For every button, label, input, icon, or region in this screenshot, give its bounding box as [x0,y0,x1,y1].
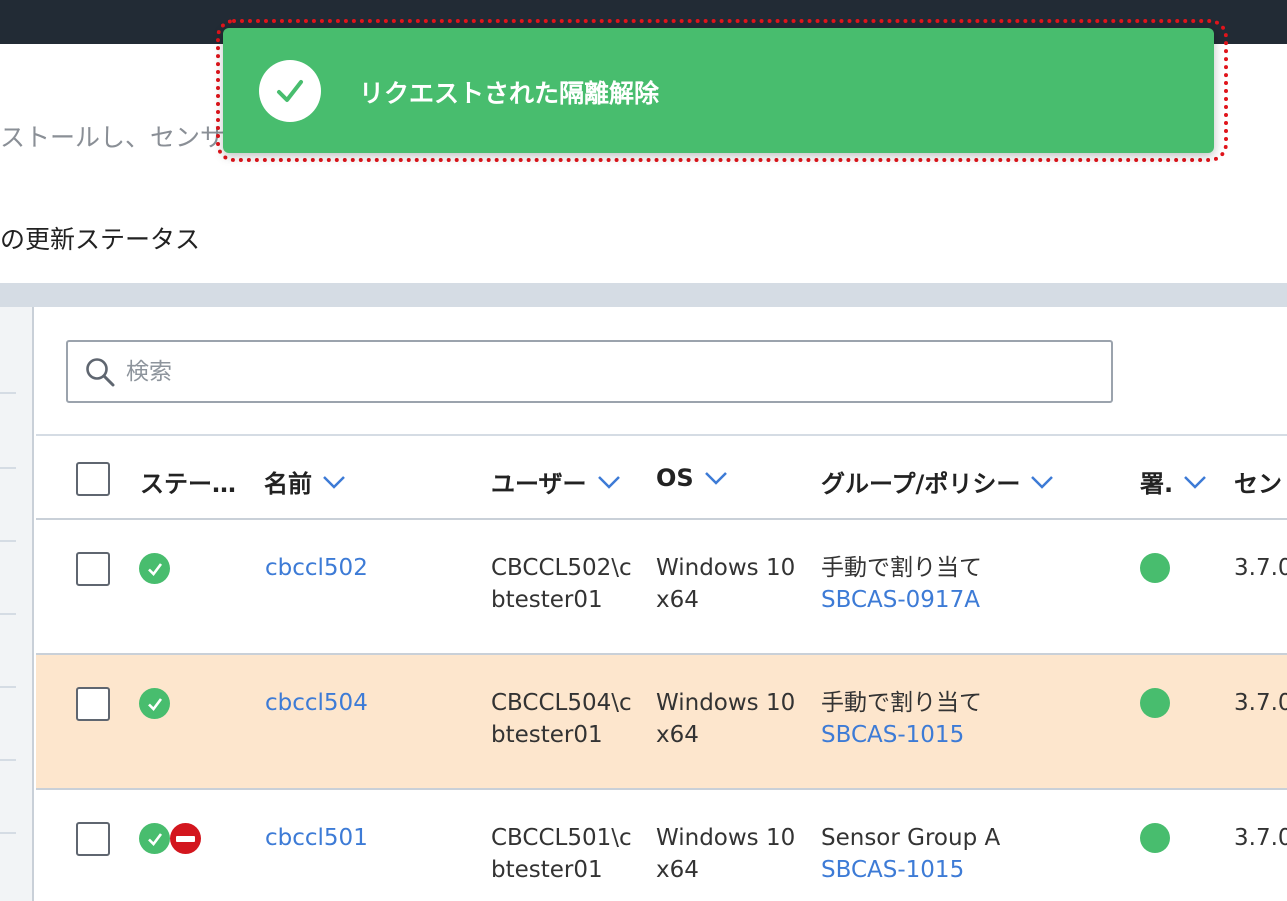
signature-status-icon [1140,688,1170,718]
column-header-user-label: ユーザー [491,470,587,498]
quarantine-icon [170,823,201,854]
app-window: ストールし、センサ の更新ステータス ステー… 名前 [0,0,1287,901]
sensor-version-cell: 3.7.0 [1234,555,1287,581]
user-cell-line2: btester01 [491,857,603,883]
column-header-status[interactable]: ステー… [140,464,236,499]
filter-divider [0,613,16,615]
left-filter-panel [0,307,34,901]
sensor-version-cell: 3.7.0 [1234,690,1287,716]
sort-caret-icon[interactable] [597,475,621,489]
column-header-name-label: 名前 [264,470,312,498]
row-checkbox[interactable] [76,552,110,586]
search-box[interactable] [66,340,1113,403]
table-header-row: ステー… 名前 ユーザー OS グループ/ポリシー 署. セン [36,436,1287,520]
column-header-sensor[interactable]: セン [1234,464,1282,499]
user-cell-line1: CBCCL502\c [491,555,632,581]
device-name-link[interactable]: cbccl504 [265,687,368,719]
os-cell-line2: x64 [656,722,699,748]
column-header-sensor-label: セン [1234,470,1282,498]
column-header-user[interactable]: ユーザー [491,464,621,499]
filter-divider [0,759,16,761]
page-intro-text: ストールし、センサ [0,123,226,152]
column-header-group-policy-label: グループ/ポリシー [821,470,1021,498]
table-row[interactable]: cbccl501 CBCCL501\c btester01 Windows 10… [36,790,1287,901]
table-row[interactable]: cbccl502 CBCCL502\c btester01 Windows 10… [36,520,1287,655]
signature-status-icon [1140,553,1170,583]
os-cell-line2: x64 [656,857,699,883]
os-cell-line1: Windows 10 [656,825,796,851]
user-cell-line2: btester01 [491,722,603,748]
device-name-link[interactable]: cbccl502 [265,552,368,584]
group-cell: 手動で割り当て [821,555,982,581]
toast-message: リクエストされた隔離解除 [359,79,660,108]
filter-divider [0,392,16,394]
os-cell-line1: Windows 10 [656,555,796,581]
sensor-version-cell: 3.7.0 [1234,825,1287,851]
policy-link[interactable]: SBCAS-0917A [821,584,980,616]
column-header-signature-label: 署. [1140,470,1174,498]
filter-divider [0,686,16,688]
filter-divider [0,467,16,469]
device-name-link[interactable]: cbccl501 [265,822,368,854]
user-cell-line2: btester01 [491,587,603,613]
status-online-icon [139,823,170,854]
user-cell-line1: CBCCL504\c [491,690,632,716]
sort-caret-icon[interactable] [322,475,346,489]
sort-caret-icon[interactable] [1030,475,1054,489]
section-divider [0,283,1287,307]
signature-status-icon [1140,823,1170,853]
group-cell: Sensor Group A [821,825,1001,851]
table-row[interactable]: cbccl504 CBCCL504\c btester01 Windows 10… [36,655,1287,790]
check-circle-icon [259,60,321,122]
status-online-icon [139,553,170,584]
filter-divider [0,832,16,834]
status-online-icon [139,688,170,719]
sort-caret-icon[interactable] [704,471,728,485]
policy-link[interactable]: SBCAS-1015 [821,854,964,886]
sort-caret-icon[interactable] [1183,475,1207,489]
toast-notification[interactable]: リクエストされた隔離解除 [223,28,1214,153]
search-input[interactable] [126,350,1086,394]
endpoints-panel: ステー… 名前 ユーザー OS グループ/ [36,307,1287,901]
search-icon [86,358,115,387]
column-header-status-label: ステー… [140,470,236,498]
column-header-group-policy[interactable]: グループ/ポリシー [821,464,1054,499]
filter-divider [0,540,16,542]
user-cell-line1: CBCCL501\c [491,825,632,851]
select-all-checkbox[interactable] [76,462,110,496]
os-cell-line2: x64 [656,587,699,613]
column-header-name[interactable]: 名前 [264,464,346,499]
update-status-label[interactable]: の更新ステータス [0,220,200,256]
row-checkbox[interactable] [76,822,110,856]
os-cell-line1: Windows 10 [656,690,796,716]
row-checkbox[interactable] [76,687,110,721]
column-header-os-label: OS [656,464,694,492]
column-header-os[interactable]: OS [656,464,728,492]
policy-link[interactable]: SBCAS-1015 [821,719,964,751]
column-header-signature[interactable]: 署. [1140,464,1207,499]
group-cell: 手動で割り当て [821,690,982,716]
